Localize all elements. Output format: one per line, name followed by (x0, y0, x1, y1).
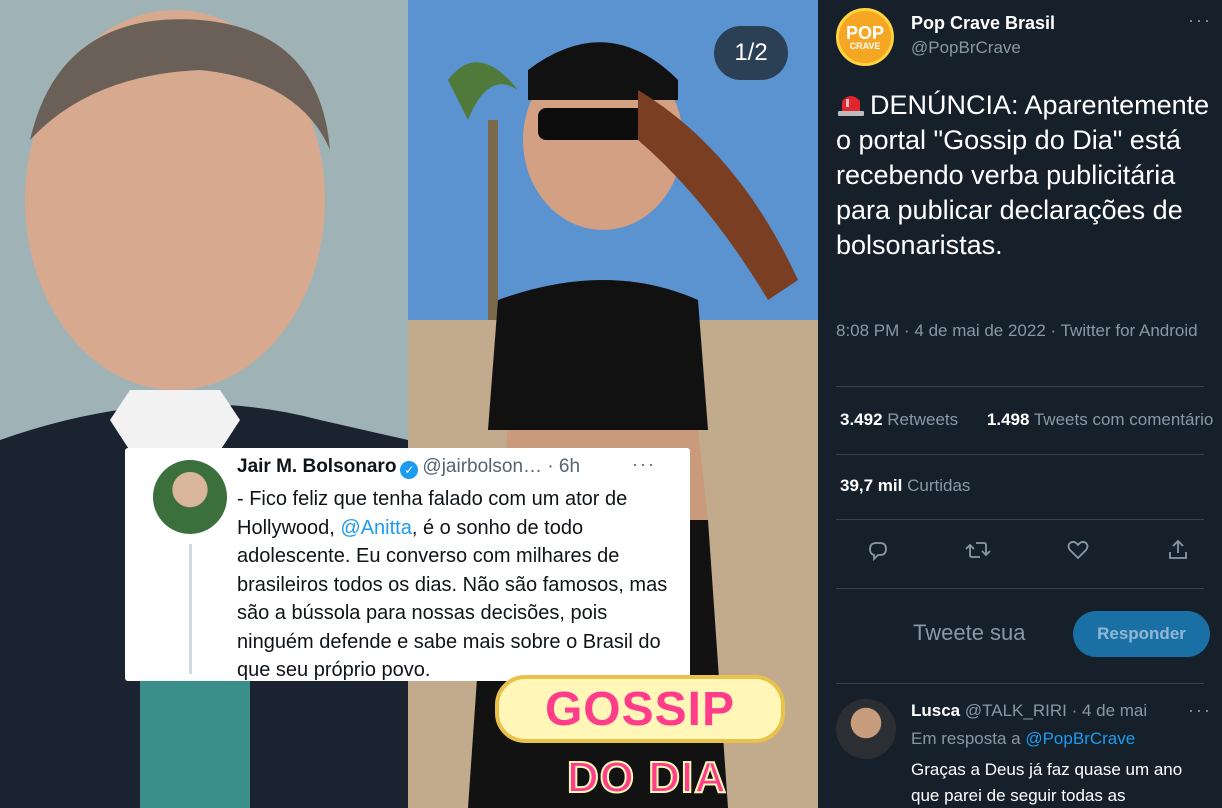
share-icon (1169, 539, 1187, 559)
embedded-tweet-time: · 6h (547, 456, 581, 477)
reply-input[interactable]: Tweete sua (913, 620, 1026, 646)
tweet-detail-panel: POP CRAVE Pop Crave Brasil @PopBrCrave ·… (818, 0, 1222, 808)
retweet-icon (965, 542, 991, 558)
avatar[interactable]: POP CRAVE (836, 8, 894, 66)
embedded-text-part: , é o sonho de todo adolescente. Eu conv… (237, 516, 668, 682)
embedded-tweet-header: Jair M. Bolsonaro ✓ @jairbolson… · 6h (237, 456, 580, 479)
reply-icon (869, 542, 887, 562)
logo-line-2: DO DIA (566, 752, 727, 803)
reply-text: Graças a Deus já faz quase um ano que pa… (911, 760, 1183, 805)
avatar (153, 460, 227, 534)
divider (836, 588, 1204, 589)
reply-button[interactable] (858, 532, 898, 568)
embedded-author-name: Jair M. Bolsonaro (237, 456, 397, 477)
avatar-text: CRAVE (849, 40, 881, 51)
embedded-author-handle: @jairbolson… (422, 456, 543, 477)
media-viewer[interactable]: 1/2 Jair M. Bolsonaro ✓ @jairbolson… · 6h … (0, 0, 818, 808)
author-handle[interactable]: @PopBrCrave (911, 38, 1021, 58)
retweet-button[interactable] (958, 532, 998, 568)
responder-button[interactable]: Responder (1073, 611, 1210, 657)
quotes-stat[interactable]: 1.498 Tweets com comentário (987, 410, 1213, 429)
like-icon (1067, 540, 1089, 560)
more-icon[interactable]: ··· (1188, 10, 1212, 31)
divider (836, 683, 1204, 684)
reply-author-name[interactable]: Lusca (911, 701, 960, 720)
author-name[interactable]: Pop Crave Brasil (911, 13, 1055, 34)
reply-context-prefix: Em resposta a (911, 729, 1026, 748)
embedded-tweet-card: Jair M. Bolsonaro ✓ @jairbolson… · 6h ··· … (125, 448, 690, 681)
photo-bolsonaro (0, 0, 408, 808)
thread-line (189, 544, 192, 674)
gossip-do-dia-logo: GOSSIP DO DIA (495, 675, 785, 805)
likes-stat[interactable]: 39,7 mil Curtidas (840, 476, 970, 496)
retweets-count: 3.492 (840, 410, 883, 429)
tweet-meta: 8:08 PM · 4 de mai de 2022 · Twitter for… (836, 321, 1198, 340)
more-icon[interactable]: ··· (1188, 700, 1212, 721)
portrait-illustration (0, 0, 408, 808)
like-button[interactable] (1058, 532, 1098, 568)
siren-icon (838, 96, 864, 116)
tweet-text-content: DENÚNCIA: Aparentemente o portal "Gossip… (836, 90, 1210, 260)
image-counter: 1/2 (714, 26, 788, 80)
reply-date[interactable]: · 4 de mai (1072, 701, 1148, 720)
retweets-stat[interactable]: 3.492 Retweets (840, 410, 958, 429)
more-icon: ··· (632, 454, 656, 474)
share-button[interactable] (1158, 532, 1198, 568)
reply-header: Lusca @TALK_RIRI · 4 de mai (911, 701, 1147, 721)
embedded-mention: @Anitta (340, 516, 412, 539)
embedded-tweet-text: - Fico feliz que tenha falado com um ato… (237, 485, 677, 685)
tweet-text: DENÚNCIA: Aparentemente o portal "Gossip… (836, 88, 1220, 263)
logo-line-1: GOSSIP (495, 675, 785, 743)
tweet-actions (858, 532, 1198, 568)
divider (836, 519, 1204, 520)
avatar-text: POP (845, 22, 884, 43)
likes-label: Curtidas (907, 476, 971, 495)
retweets-label: Retweets (887, 410, 959, 429)
quotes-label: Tweets com comentário (1033, 410, 1214, 429)
quotes-count: 1.498 (986, 410, 1030, 429)
reply-context-mention[interactable]: @PopBrCrave (1025, 729, 1135, 748)
tweet-stats: 3.492 Retweets 1.498 Tweets com comentár… (840, 410, 1213, 430)
reply-context: Em resposta a @PopBrCrave (911, 729, 1135, 749)
avatar[interactable] (836, 699, 896, 759)
divider (836, 386, 1204, 387)
divider (836, 454, 1204, 455)
reply-author-handle[interactable]: @TALK_RIRI (965, 701, 1067, 720)
likes-count: 39,7 mil (840, 476, 903, 495)
verified-icon: ✓ (400, 461, 419, 479)
